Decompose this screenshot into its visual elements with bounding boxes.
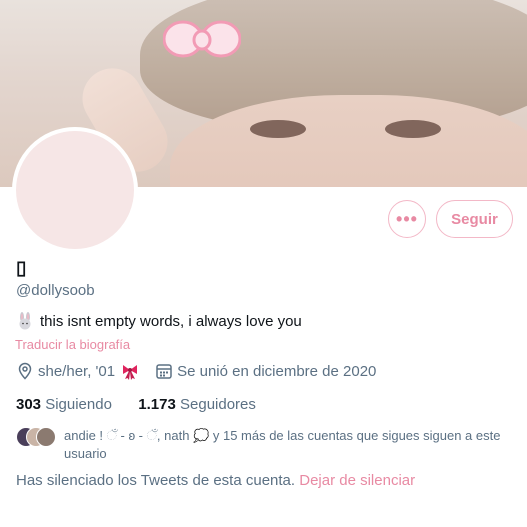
followers-label: Seguidores <box>180 396 256 413</box>
following-label: Siguiendo <box>45 396 112 413</box>
pronouns-text: she/her, '01 <box>38 362 116 380</box>
more-options-icon: ••• <box>396 208 418 229</box>
profile-handle: @dollysoob <box>16 282 95 299</box>
joined-date-text: Se unió en diciembre de 2020 <box>177 362 377 380</box>
followers-count: 1.173 <box>138 396 176 413</box>
hair-bow-icon <box>163 20 241 58</box>
followers-link[interactable]: 1.173 Seguidores <box>138 396 256 413</box>
follow-button[interactable]: Seguir <box>436 200 513 238</box>
more-options-button[interactable]: ••• <box>388 200 426 238</box>
ribbon-icon <box>123 365 138 380</box>
bunny-icon <box>19 312 31 330</box>
avatar-image <box>16 131 134 249</box>
profile-bio: this isnt empty words, i always love you <box>16 312 302 330</box>
banner-eye-left <box>250 120 306 138</box>
unmute-link[interactable]: Dejar de silenciar <box>299 472 415 489</box>
location-pin-icon <box>18 362 32 380</box>
followers-you-know-text: andie ! ઁ - ʚ - ઁ, nath 💭 y 15 más de la… <box>64 428 501 461</box>
display-name: ▯ <box>16 258 27 279</box>
muted-notice-text: Has silenciado los Tweets de esta cuenta… <box>16 472 296 489</box>
muted-notice: Has silenciado los Tweets de esta cuenta… <box>16 472 415 489</box>
banner-eye-right <box>385 120 441 138</box>
profile-meta: she/her, '01 Se unió en diciembre de 202… <box>16 362 376 380</box>
following-count: 303 <box>16 396 42 413</box>
calendar-icon <box>156 364 172 379</box>
following-link[interactable]: 303 Siguiendo <box>16 396 112 413</box>
follower-avatars <box>16 427 56 447</box>
followers-you-know[interactable]: andie ! ઁ - ʚ - ઁ, nath 💭 y 15 más de la… <box>16 427 527 463</box>
avatar[interactable] <box>12 127 138 253</box>
bio-text: this isnt empty words, i always love you <box>40 312 302 330</box>
follow-counts: 303 Siguiendo 1.173 Seguidores <box>16 396 256 413</box>
translate-bio-link[interactable]: Traducir la biografía <box>15 337 130 352</box>
avatar <box>36 427 56 447</box>
